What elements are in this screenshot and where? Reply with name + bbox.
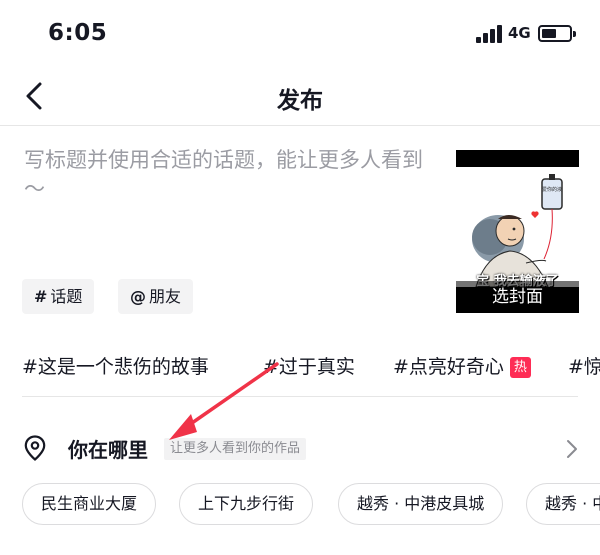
add-topic-button[interactable]: # 话题 [22,279,95,314]
at-icon: @ [130,287,146,306]
place-chip[interactable]: 越秀 · 中 [526,483,600,525]
annotation-arrow-icon [169,362,279,440]
status-bar: 6:05 4G [0,0,600,70]
place-chip[interactable]: 民生商业大厦 [22,483,157,525]
place-chip[interactable]: 越秀 · 中港皮具城 [338,483,504,525]
hashtag-icon: # [34,287,48,306]
hot-badge: 热 [509,357,531,378]
signal-icon [476,25,502,43]
location-label: 你在哪里 [68,438,148,462]
add-topic-label: 话题 [50,287,83,306]
select-cover-button[interactable]: 选封面 [456,281,579,313]
cover-image: 爱你的液 [456,167,579,288]
location-pin-icon [24,435,46,461]
bottle-label: 爱你的液 [542,186,562,193]
page-title: 发布 [277,88,323,114]
header: 发布 [0,70,600,126]
mention-friend-label: 朋友 [149,287,182,306]
suggested-topics: #这是一个悲伤的故事 #过于真实 #点亮好奇心热 #惊 [0,345,600,387]
network-type: 4G [508,24,531,42]
topic-item-label: #点亮好奇心 [393,356,504,378]
caption-input[interactable]: 写标题并使用合适的话题，能让更多人看到～ [24,146,436,204]
cover-thumbnail[interactable]: 爱你的液 宝 我去输液了 选封面 [456,150,579,313]
divider [22,396,578,397]
battery-icon [538,25,576,42]
chevron-right-icon [567,440,577,458]
location-row[interactable]: 你在哪里 让更多人看到你的作品 [0,420,600,476]
topic-item[interactable]: #点亮好奇心热 [393,352,531,379]
mention-friend-button[interactable]: @ 朋友 [118,279,194,314]
place-chip[interactable]: 上下九步行街 [179,483,314,525]
status-time: 6:05 [48,20,108,46]
topic-item[interactable]: #惊 [568,352,600,379]
